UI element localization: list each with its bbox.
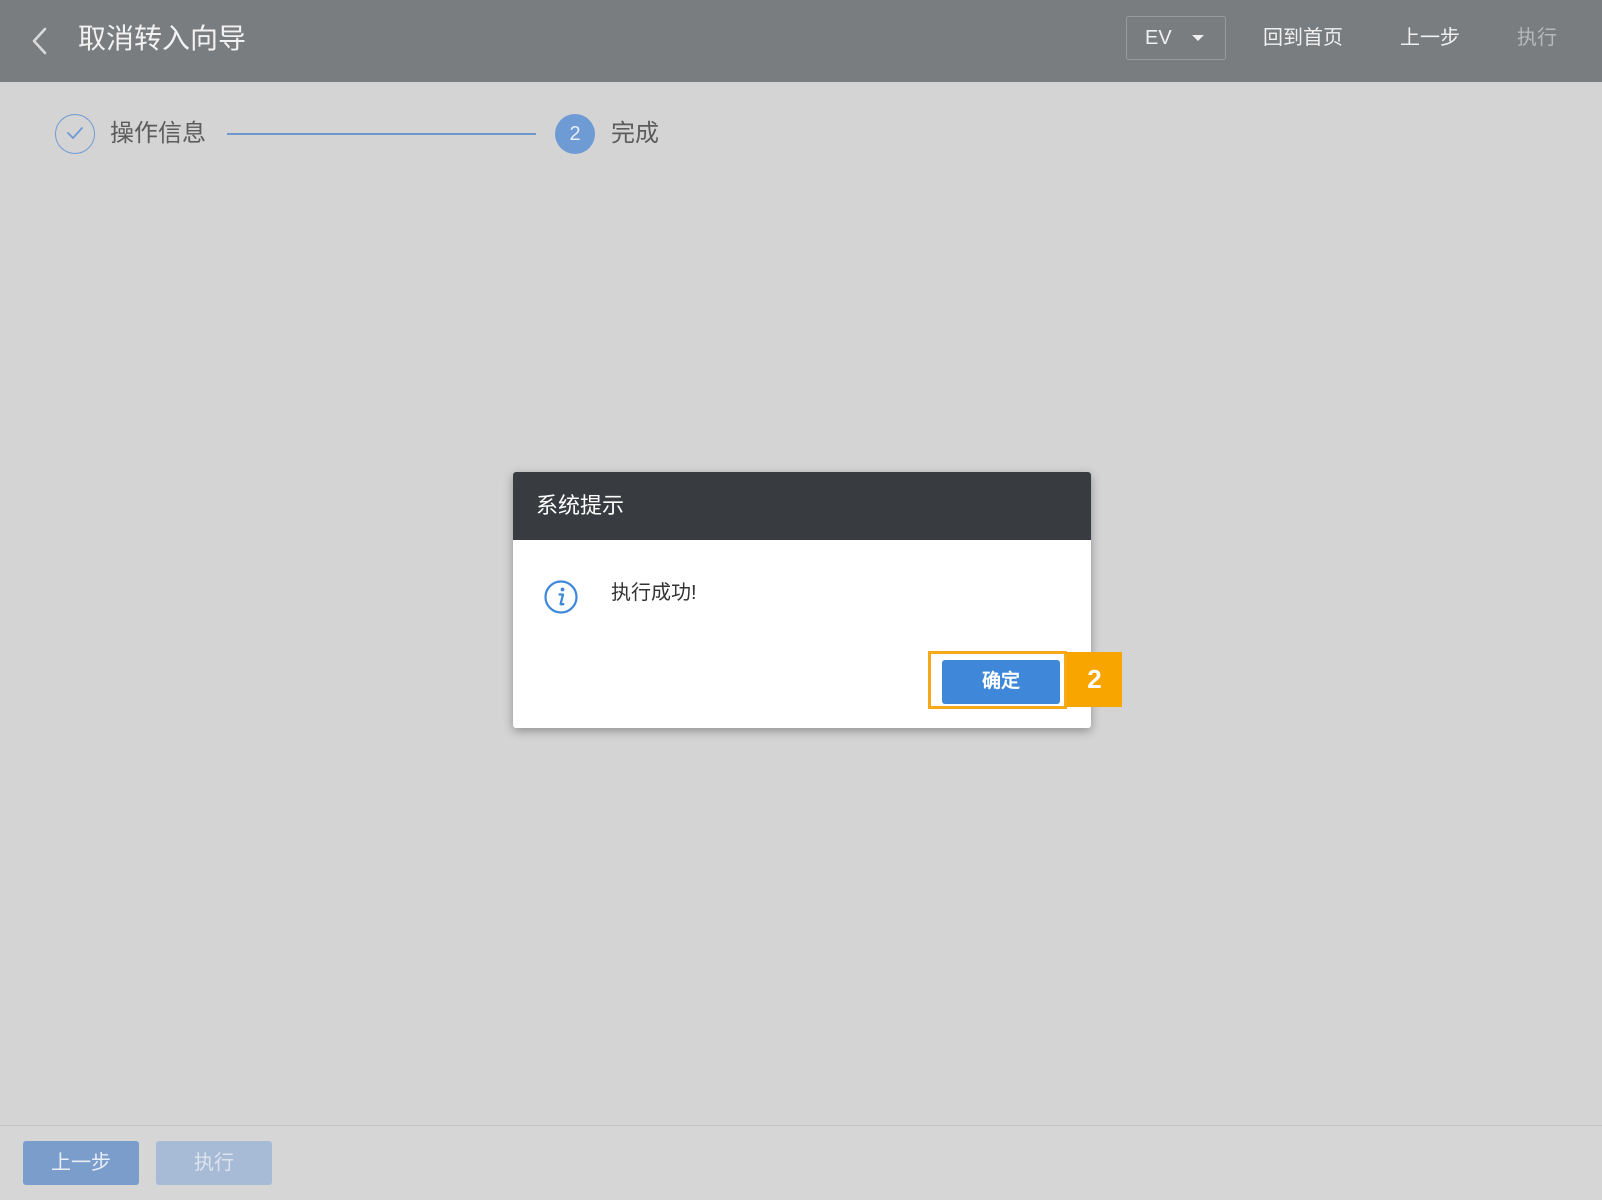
system-dialog: 系统提示 执行成功! 确定	[513, 472, 1091, 728]
chevron-left-icon	[32, 27, 47, 55]
dialog-message: 执行成功!	[611, 582, 697, 604]
info-icon	[544, 580, 578, 614]
environment-dropdown[interactable]: EV	[1126, 16, 1226, 60]
back-button[interactable]	[28, 24, 52, 58]
step-2-indicator: 2	[555, 114, 595, 154]
step-connector	[227, 133, 536, 135]
dialog-header: 系统提示	[513, 472, 1091, 540]
previous-step-link[interactable]: 上一步	[1400, 24, 1460, 52]
step-2-label: 完成	[611, 120, 659, 147]
home-link[interactable]: 回到首页	[1263, 24, 1343, 52]
step-1-indicator	[55, 114, 95, 154]
confirm-button[interactable]: 确定	[942, 660, 1060, 704]
footer-previous-button[interactable]: 上一步	[23, 1141, 139, 1185]
caret-down-icon	[1192, 35, 1204, 41]
top-bar: 取消转入向导 EV 回到首页 上一步 执行	[0, 0, 1602, 82]
environment-value: EV	[1145, 27, 1172, 49]
page-title: 取消转入向导	[78, 23, 247, 54]
step-1-label: 操作信息	[110, 120, 206, 147]
footer-execute-button[interactable]: 执行	[156, 1141, 272, 1185]
dialog-title: 系统提示	[536, 493, 625, 518]
footer-bar: 上一步 执行	[0, 1125, 1602, 1200]
execute-link[interactable]: 执行	[1517, 24, 1557, 52]
callout-number-badge: 2	[1067, 652, 1122, 707]
check-icon	[67, 127, 83, 139]
